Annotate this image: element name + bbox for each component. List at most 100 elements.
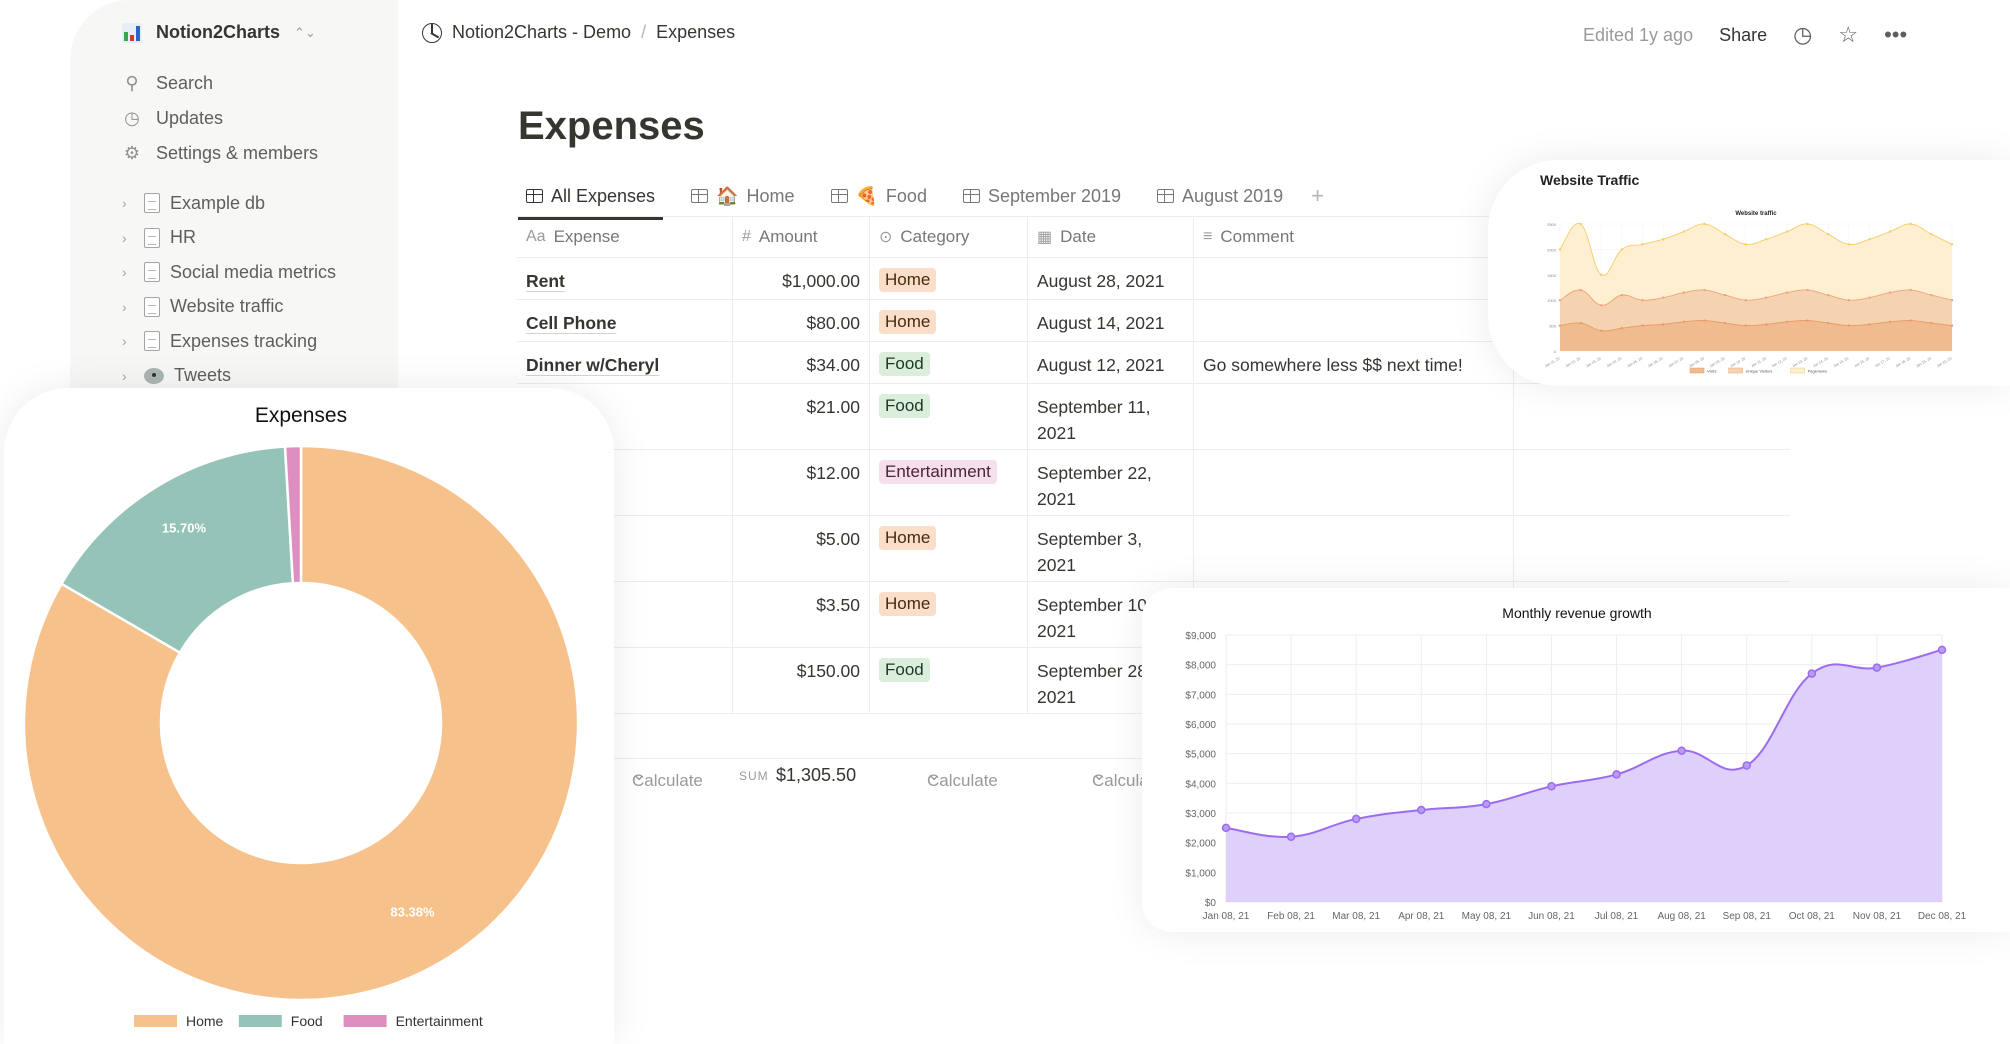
point-pageviews [1868,238,1871,241]
tab-food[interactable]: 🍕 Food [823,178,935,214]
point-pageviews [1950,243,1954,246]
cell-category[interactable]: Home [870,516,1028,581]
breadcrumb-page[interactable]: Expenses [656,22,735,43]
chevron-right-icon[interactable]: › [122,230,134,246]
calculate-expense-button[interactable]: Calculate ⌄ [632,765,703,790]
cell-category[interactable]: Food [870,342,1028,383]
cell-expense[interactable]: Dinner w/Cheryl [517,342,733,383]
table-row[interactable]: 🍿 $12.00 Entertainment September 22, 202… [517,450,1790,516]
calculate-category-button[interactable]: Calculate ⌄ [927,765,998,790]
calculate-date-button[interactable]: Calculate ⌄ [1092,765,1163,790]
cell-comment[interactable] [1194,258,1514,299]
cell-category[interactable]: Entertainment [870,450,1028,515]
cell-date[interactable]: August 14, 2021 [1028,300,1194,341]
sidebar-item-search[interactable]: ⚲ Search [122,66,318,101]
tab-label: Food [885,185,927,206]
tab-all-expenses[interactable]: All Expenses [518,178,664,220]
star-icon[interactable]: ☆ [1838,22,1858,48]
cell-expense[interactable]: Cell Phone [517,300,733,341]
cell-comment[interactable] [1194,516,1514,581]
point-pageviews [1620,248,1624,251]
sum-label: SUM [739,769,769,783]
x-tick-label: Jan 10, 20 [1730,356,1747,368]
cell-amount[interactable]: $1,000.00 [733,258,870,299]
sidebar-item-settings[interactable]: ⚙ Settings & members [122,136,318,171]
x-tick-label: Jan 08, 20 [1688,356,1705,368]
cell-amount[interactable]: $34.00 [733,342,870,383]
column-header-comment[interactable]: ≡ Comment [1194,217,1514,257]
point-unique-visitors [1888,291,1892,294]
cell-category[interactable]: Home [870,258,1028,299]
cell-category[interactable]: Home [870,582,1028,647]
cell-amount[interactable]: $12.00 [733,450,870,515]
x-tick-label: Jan 16, 20 [1853,356,1870,368]
cell-comment[interactable]: Go somewhere less $$ next time! [1194,342,1514,383]
cell-comment[interactable] [1194,450,1514,515]
sum-value[interactable]: $1,305.50 [776,765,856,786]
table-row[interactable]: els $5.00 Home September 3, 2021 [517,516,1790,582]
tab-august-2019[interactable]: August 2019 [1149,178,1291,214]
cell-date[interactable]: September 3, 2021 [1028,516,1194,581]
cell-date[interactable]: September 11, 2021 [1028,384,1194,449]
cell-expense[interactable]: Rent [517,258,733,299]
cell-comment[interactable] [1194,300,1514,341]
cell-amount[interactable]: $5.00 [733,516,870,581]
expense-name[interactable]: Dinner w/Cheryl [526,352,659,378]
cell-empty [1514,450,1790,515]
chevron-right-icon[interactable]: › [122,299,134,315]
expense-name[interactable]: Rent [526,268,565,294]
workspace-switcher[interactable]: Notion2Charts ⌃⌄ [122,22,316,43]
legend-swatch-home [134,1015,177,1027]
point-visits [1930,321,1933,325]
share-button[interactable]: Share [1719,25,1767,46]
point-unique-visitors [1558,299,1562,302]
sidebar-page-expenses-tracking[interactable]: › Expenses tracking [122,324,336,359]
category-tag: Food [879,352,930,376]
breadcrumb-separator: / [641,22,647,42]
cell-amount[interactable]: $21.00 [733,384,870,449]
expense-name[interactable]: Cell Phone [526,310,616,336]
cell-date[interactable]: August 28, 2021 [1028,258,1194,299]
cell-amount[interactable]: $80.00 [733,300,870,341]
point-pageviews [1703,222,1706,226]
cell-amount[interactable]: $3.50 [733,582,870,647]
revenue-area [1226,649,1942,902]
workspace-name: Notion2Charts [156,22,281,42]
sidebar-page-example-db[interactable]: › Example db [122,186,336,221]
cell-comment[interactable] [1194,384,1514,449]
chevron-right-icon[interactable]: › [122,264,134,280]
cell-category[interactable]: Food [870,648,1028,713]
column-header-date[interactable]: ▦ Date [1028,217,1194,257]
cell-date[interactable]: August 12, 2021 [1028,342,1194,383]
column-header-expense[interactable]: Aa Expense [517,217,733,257]
sidebar-page-social-media-metrics[interactable]: › Social media metrics [122,255,336,290]
sidebar-item-updates[interactable]: ◷ Updates [122,101,318,136]
table-row[interactable]: /Dad $21.00 Food September 11, 2021 [517,384,1790,450]
column-header-amount[interactable]: # Amount [733,217,870,257]
chevron-right-icon[interactable]: › [122,195,134,211]
cell-amount[interactable]: $150.00 [733,648,870,713]
chevron-right-icon[interactable]: › [122,368,134,384]
tab-home[interactable]: 🏠 Home [683,178,802,214]
add-view-button[interactable]: + [1311,183,1324,209]
sidebar-page-hr[interactable]: › HR [122,221,336,256]
number-type-icon: # [742,228,751,245]
column-header-category[interactable]: ⊙ Category [870,217,1028,257]
sidebar-page-website-traffic[interactable]: › Website traffic [122,290,336,325]
x-tick-label: Jan 03, 20 [1585,356,1602,368]
more-icon[interactable]: ••• [1884,22,1907,48]
cell-category[interactable]: Home [870,300,1028,341]
calc-label: Calculate [927,771,998,790]
tab-september-2019[interactable]: September 2019 [955,178,1129,214]
chevron-right-icon[interactable]: › [122,333,134,349]
point-pageviews [1785,230,1789,233]
cell-category[interactable]: Food [870,384,1028,449]
x-tick-label: Jan 04, 20 [1606,356,1623,368]
amount-value: $21.00 [806,397,860,417]
breadcrumb-workspace[interactable]: Notion2Charts - Demo [452,22,631,43]
point-pageviews [1558,248,1562,251]
sidebar-item-label: Settings & members [156,143,319,163]
category-tag: Home [879,310,937,334]
cell-date[interactable]: September 22, 2021 [1028,450,1194,515]
history-icon[interactable]: ◷ [1793,22,1812,48]
